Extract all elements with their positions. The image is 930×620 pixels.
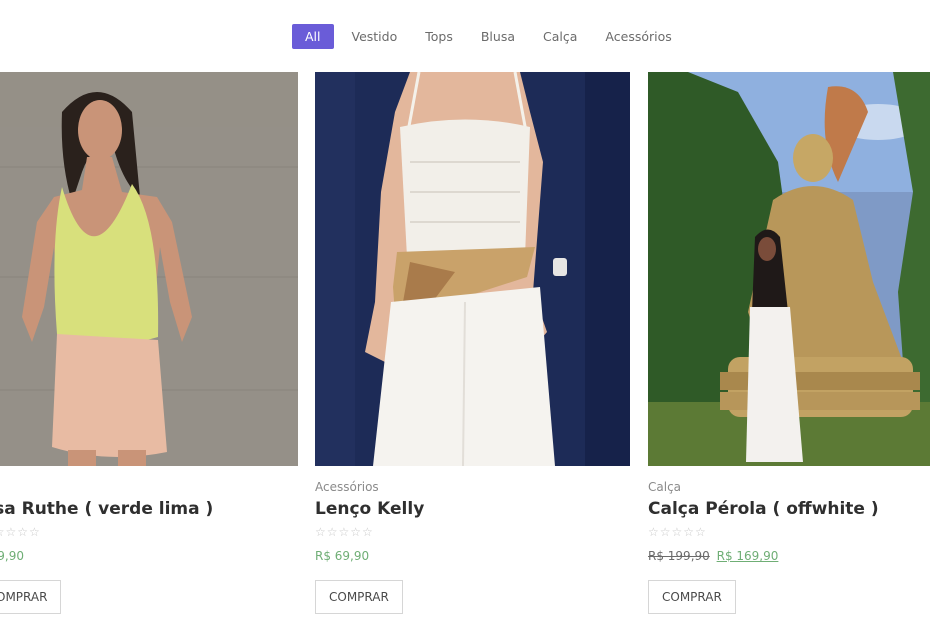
product-photo xyxy=(0,72,298,466)
product-category: sa xyxy=(0,479,298,495)
rating-stars: ☆☆☆☆☆ xyxy=(0,525,41,539)
product-title[interactable]: usa Ruthe ( verde lima ) xyxy=(0,498,298,520)
filter-tab-blusa[interactable]: Blusa xyxy=(471,24,525,49)
rating-stars: ☆☆☆☆☆ xyxy=(315,525,374,539)
product-card: sa usa Ruthe ( verde lima ) ☆☆☆☆☆ 129,90… xyxy=(0,72,298,614)
buy-button[interactable]: COMPRAR xyxy=(315,580,403,614)
product-title[interactable]: Lenço Kelly xyxy=(315,498,630,520)
product-price: 129,90 xyxy=(0,549,24,563)
buy-button[interactable]: OMPRAR xyxy=(0,580,62,614)
product-image[interactable] xyxy=(315,72,630,466)
product-listing-page: All Vestido Tops Blusa Calça Acessórios xyxy=(0,0,930,620)
rating-stars: ☆☆☆☆☆ xyxy=(648,525,707,539)
product-image[interactable] xyxy=(0,72,298,466)
sale-price: R$ 169,90 xyxy=(716,549,779,563)
product-price: R$ 69,90 xyxy=(315,549,370,563)
filter-tab-calca[interactable]: Calça xyxy=(533,24,587,49)
product-card: Calça Calça Pérola ( offwhite ) ☆☆☆☆☆ R$… xyxy=(648,72,930,614)
buy-button[interactable]: COMPRAR xyxy=(648,580,736,614)
original-price: R$ 199,90 xyxy=(648,549,710,563)
product-price: R$ 199,90 R$ 169,90 xyxy=(648,548,930,564)
filter-tab-acessorios[interactable]: Acessórios xyxy=(595,24,681,49)
product-category: Calça xyxy=(648,480,682,494)
product-image[interactable] xyxy=(648,72,930,466)
product-photo xyxy=(648,72,930,466)
category-filter-tabs: All Vestido Tops Blusa Calça Acessórios xyxy=(292,24,690,49)
product-photo xyxy=(315,72,630,466)
product-title[interactable]: Calça Pérola ( offwhite ) xyxy=(648,498,930,520)
filter-tab-all[interactable]: All xyxy=(292,24,334,49)
filter-tab-vestido[interactable]: Vestido xyxy=(342,24,408,49)
filter-tab-tops[interactable]: Tops xyxy=(415,24,463,49)
product-card: Acessórios Lenço Kelly ☆☆☆☆☆ R$ 69,90 CO… xyxy=(315,72,630,614)
product-category: Acessórios xyxy=(315,480,379,494)
